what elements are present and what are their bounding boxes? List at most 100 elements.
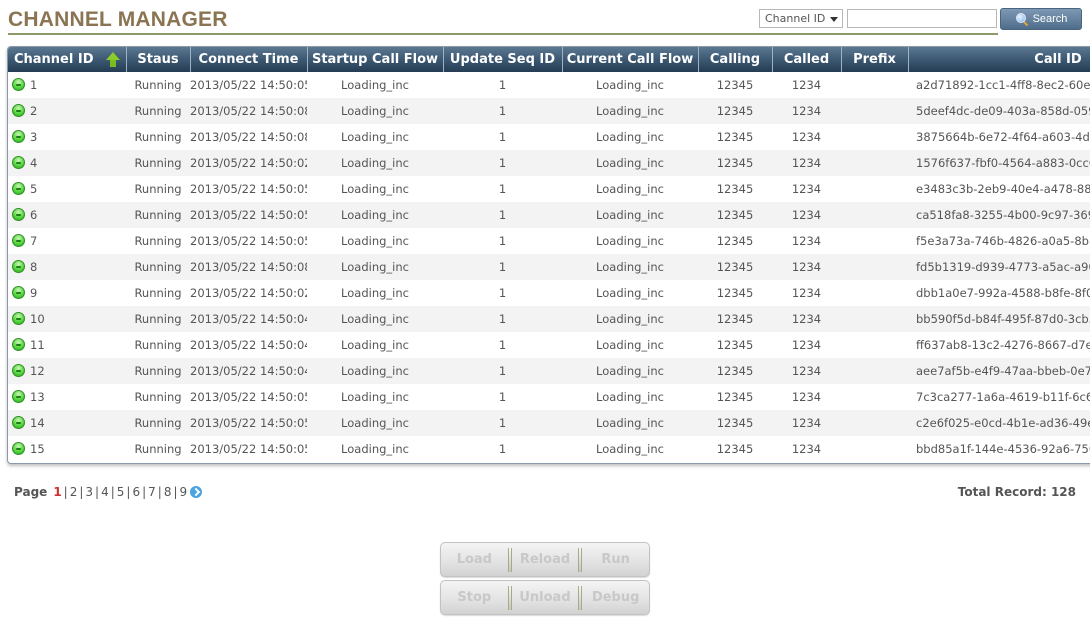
cell-connect-time: 2013/05/22 14:50:04 [190, 358, 307, 384]
page-link-9[interactable]: 9 [180, 485, 188, 499]
page-link-2[interactable]: 2 [70, 485, 78, 499]
cell-startup-call-flow: Loading_inc [341, 234, 409, 248]
column-header-current-call-flow[interactable]: Current Call Flow [562, 47, 699, 72]
table-row[interactable]: 6 Running 2013/05/22 14:50:05 Loading_inc 1 L… [8, 202, 1090, 228]
page-link-5[interactable]: 5 [117, 485, 125, 499]
cell-status: Running [134, 390, 182, 404]
channel-id-value: 3 [30, 130, 38, 144]
cell-connect-time: 2013/05/22 14:50:05 [190, 390, 307, 404]
table-row[interactable]: 15 Running 2013/05/22 14:50:05 Loading_inc 1… [8, 436, 1090, 462]
table-row[interactable]: 10 Running 2013/05/22 14:50:04 Loading_inc 1… [8, 306, 1090, 332]
cell-status: Running [134, 286, 182, 300]
cell-call-id: bbd85a1f-144e-4536-92a6-75040b [916, 442, 1090, 456]
page-link-3[interactable]: 3 [85, 485, 93, 499]
search-input[interactable] [847, 9, 997, 28]
table-row[interactable]: 11 Running 2013/05/22 14:50:04 Loading_inc 1… [8, 332, 1090, 358]
cell-call-id: 7c3ca277-1a6a-4619-b11f-6c6a21 [916, 390, 1090, 404]
page-link-8[interactable]: 8 [164, 485, 172, 499]
cell-called: 1234 [791, 78, 822, 92]
channel-id-value: 9 [30, 286, 38, 300]
search-field-select[interactable]: Channel ID [759, 9, 843, 28]
cell-channel-id: 8 [8, 254, 126, 280]
cell-called: 1234 [772, 358, 841, 384]
cell-calling: 12345 [716, 78, 754, 92]
cell-prefix [841, 72, 908, 98]
status-running-icon [12, 260, 25, 273]
debug-button[interactable]: Debug [582, 589, 649, 606]
cell-connect-time: 2013/05/22 14:50:08 [190, 254, 307, 280]
unload-button[interactable]: Unload [512, 589, 579, 606]
cell-called: 1234 [772, 254, 841, 280]
table-row[interactable]: 14 Running 2013/05/22 14:50:05 Loading_inc 1… [8, 410, 1090, 436]
cell-prefix [841, 410, 908, 436]
cell-channel-id: 10 [8, 306, 126, 332]
channel-id-value: 5 [30, 182, 38, 196]
cell-current-call-flow: Loading_inc [596, 182, 664, 196]
column-header-prefix[interactable]: Prefix [841, 47, 909, 72]
column-header-connect-time[interactable]: Connect Time [190, 47, 308, 72]
table-row[interactable]: 9 Running 2013/05/22 14:50:02 Loading_inc 1 L… [8, 280, 1090, 306]
cell-status: Running [126, 202, 190, 228]
cell-prefix [841, 254, 908, 280]
search-icon [1015, 12, 1029, 26]
cell-channel-id: 14 [8, 410, 126, 436]
column-header-update-seq-id[interactable]: Update Seq ID [443, 47, 563, 72]
search-button[interactable]: Search [1000, 8, 1082, 30]
cell-current-call-flow: Loading_inc [562, 98, 698, 124]
cell-called: 1234 [772, 410, 841, 436]
table-row[interactable]: 8 Running 2013/05/22 14:50:08 Loading_inc 1 L… [8, 254, 1090, 280]
cell-update-seq-id: 1 [443, 202, 562, 228]
sort-ascending-icon [105, 52, 120, 67]
cell-call-id: e3483c3b-2eb9-40e4-a478-887220 [916, 182, 1090, 196]
table-row[interactable]: 2 Running 2013/05/22 14:50:08 Loading_inc 1 L… [8, 98, 1090, 124]
page-separator: | [95, 485, 100, 499]
column-header-startup-call-flow[interactable]: Startup Call Flow [307, 47, 444, 72]
page-link-4[interactable]: 4 [101, 485, 109, 499]
channel-id-value: 10 [30, 312, 45, 326]
cell-current-call-flow: Loading_inc [562, 410, 698, 436]
table-row[interactable]: 12 Running 2013/05/22 14:50:04 Loading_inc 1… [8, 358, 1090, 384]
reload-button[interactable]: Reload [512, 551, 579, 568]
cell-call-id: 3875664b-6e72-4f64-a603-4db85c [916, 130, 1090, 144]
status-running-icon [12, 104, 25, 117]
cell-startup-call-flow: Loading_inc [307, 358, 443, 384]
column-header-status[interactable]: Staus [126, 47, 191, 72]
page-link-7[interactable]: 7 [148, 485, 156, 499]
cell-prefix [841, 124, 908, 150]
cell-update-seq-id: 1 [498, 234, 507, 248]
cell-calling: 12345 [716, 130, 754, 144]
page-link-6[interactable]: 6 [132, 485, 140, 499]
column-header-called[interactable]: Called [772, 47, 842, 72]
cell-update-seq-id: 1 [498, 338, 507, 352]
table-row[interactable]: 1 Running 2013/05/22 14:50:05 Loading_inc 1 L… [8, 72, 1090, 98]
cell-current-call-flow: Loading_inc [562, 306, 698, 332]
run-button[interactable]: Run [582, 551, 649, 568]
load-button[interactable]: Load [441, 551, 508, 568]
cell-status: Running [126, 98, 190, 124]
page-label: Page [14, 485, 48, 499]
table-row[interactable]: 13 Running 2013/05/22 14:50:05 Loading_inc 1… [8, 384, 1090, 410]
cell-calling: 12345 [698, 98, 772, 124]
cell-startup-call-flow: Loading_inc [341, 390, 409, 404]
page-link-1[interactable]: 1 [53, 485, 61, 499]
page-separator: | [63, 485, 68, 499]
table-row[interactable]: 7 Running 2013/05/22 14:50:05 Loading_inc 1 L… [8, 228, 1090, 254]
cell-called: 1234 [791, 390, 822, 404]
cell-calling: 12345 [698, 202, 772, 228]
cell-channel-id: 13 [8, 384, 126, 410]
cell-connect-time: 2013/05/22 14:50:02 [190, 286, 307, 300]
cell-startup-call-flow: Loading_inc [307, 254, 443, 280]
column-header-call-id[interactable]: Call ID [908, 47, 1090, 72]
column-header-calling[interactable]: Calling [698, 47, 773, 72]
next-page-icon[interactable] [190, 486, 203, 498]
table-row[interactable]: 3 Running 2013/05/22 14:50:08 Loading_inc 1 L… [8, 124, 1090, 150]
table-row[interactable]: 4 Running 2013/05/22 14:50:02 Loading_inc 1 L… [8, 150, 1090, 176]
cell-status: Running [126, 358, 190, 384]
column-header-channel-id[interactable]: Channel ID [8, 47, 127, 72]
title-divider [8, 33, 998, 35]
cell-call-id: fd5b1319-d939-4773-a5ac-a9084c [908, 254, 1090, 280]
cell-current-call-flow: Loading_inc [596, 286, 664, 300]
search-field-selected: Channel ID [765, 12, 826, 25]
table-row[interactable]: 5 Running 2013/05/22 14:50:05 Loading_inc 1 L… [8, 176, 1090, 202]
stop-button[interactable]: Stop [441, 589, 508, 606]
